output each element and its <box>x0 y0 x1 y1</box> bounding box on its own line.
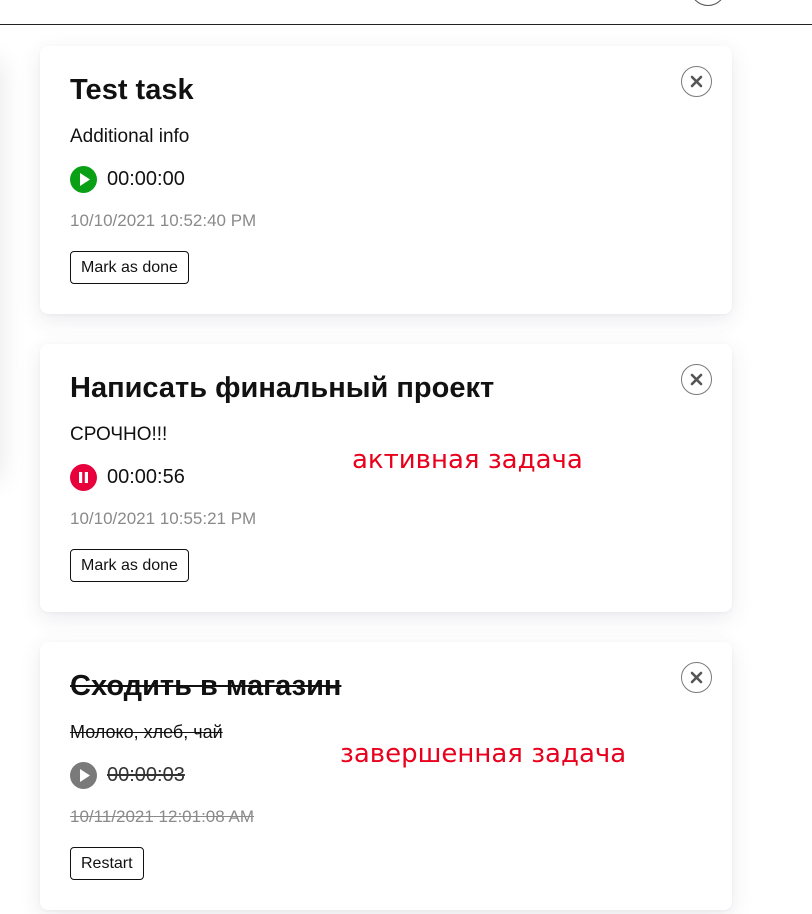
delete-task-button[interactable] <box>681 662 712 693</box>
task-description: Молоко, хлеб, чай <box>70 722 223 742</box>
task-list-page: Test task Additional info 00:00:00 10/10… <box>0 0 812 914</box>
pause-button[interactable] <box>70 464 97 491</box>
play-button[interactable] <box>70 166 97 193</box>
timer-value: 00:00:56 <box>107 466 185 488</box>
mark-as-done-button[interactable]: Mark as done <box>70 251 189 284</box>
close-icon <box>690 671 703 684</box>
task-created-date: 10/10/2021 10:55:21 PM <box>70 509 257 528</box>
play-button-disabled <box>70 762 97 789</box>
task-timer: 00:00:03 <box>70 762 185 789</box>
task-card: Написать финальный проект СРОЧНО!!! 00:0… <box>40 344 732 612</box>
delete-task-button[interactable] <box>681 364 712 395</box>
header-divider <box>0 24 812 25</box>
task-title: Сходить в магазин <box>70 670 342 702</box>
close-icon <box>690 75 703 88</box>
active-task-annotation: активная задача <box>352 445 583 475</box>
task-description: СРОЧНО!!! <box>70 424 168 445</box>
task-created-date: 10/10/2021 10:52:40 PM <box>70 211 257 230</box>
task-description: Additional info <box>70 126 190 147</box>
play-icon <box>80 769 90 782</box>
delete-task-button[interactable] <box>681 66 712 97</box>
header-circle-button[interactable] <box>690 0 726 6</box>
done-task-annotation: завершенная задача <box>340 739 627 769</box>
timer-value: 00:00:03 <box>107 764 185 786</box>
task-timer: 00:00:56 <box>70 464 185 491</box>
restart-button[interactable]: Restart <box>70 847 144 880</box>
task-card: Test task Additional info 00:00:00 10/10… <box>40 46 732 314</box>
task-title: Написать финальный проект <box>70 372 495 404</box>
timer-value: 00:00:00 <box>107 168 185 190</box>
task-created-date: 10/11/2021 12:01:08 AM <box>70 807 255 826</box>
task-timer: 00:00:00 <box>70 166 185 193</box>
play-icon <box>80 173 90 186</box>
task-title: Test task <box>70 74 194 106</box>
task-card: Сходить в магазин Молоко, хлеб, чай 00:0… <box>40 642 732 910</box>
mark-as-done-button[interactable]: Mark as done <box>70 549 189 582</box>
pause-icon <box>79 472 88 483</box>
close-icon <box>690 373 703 386</box>
